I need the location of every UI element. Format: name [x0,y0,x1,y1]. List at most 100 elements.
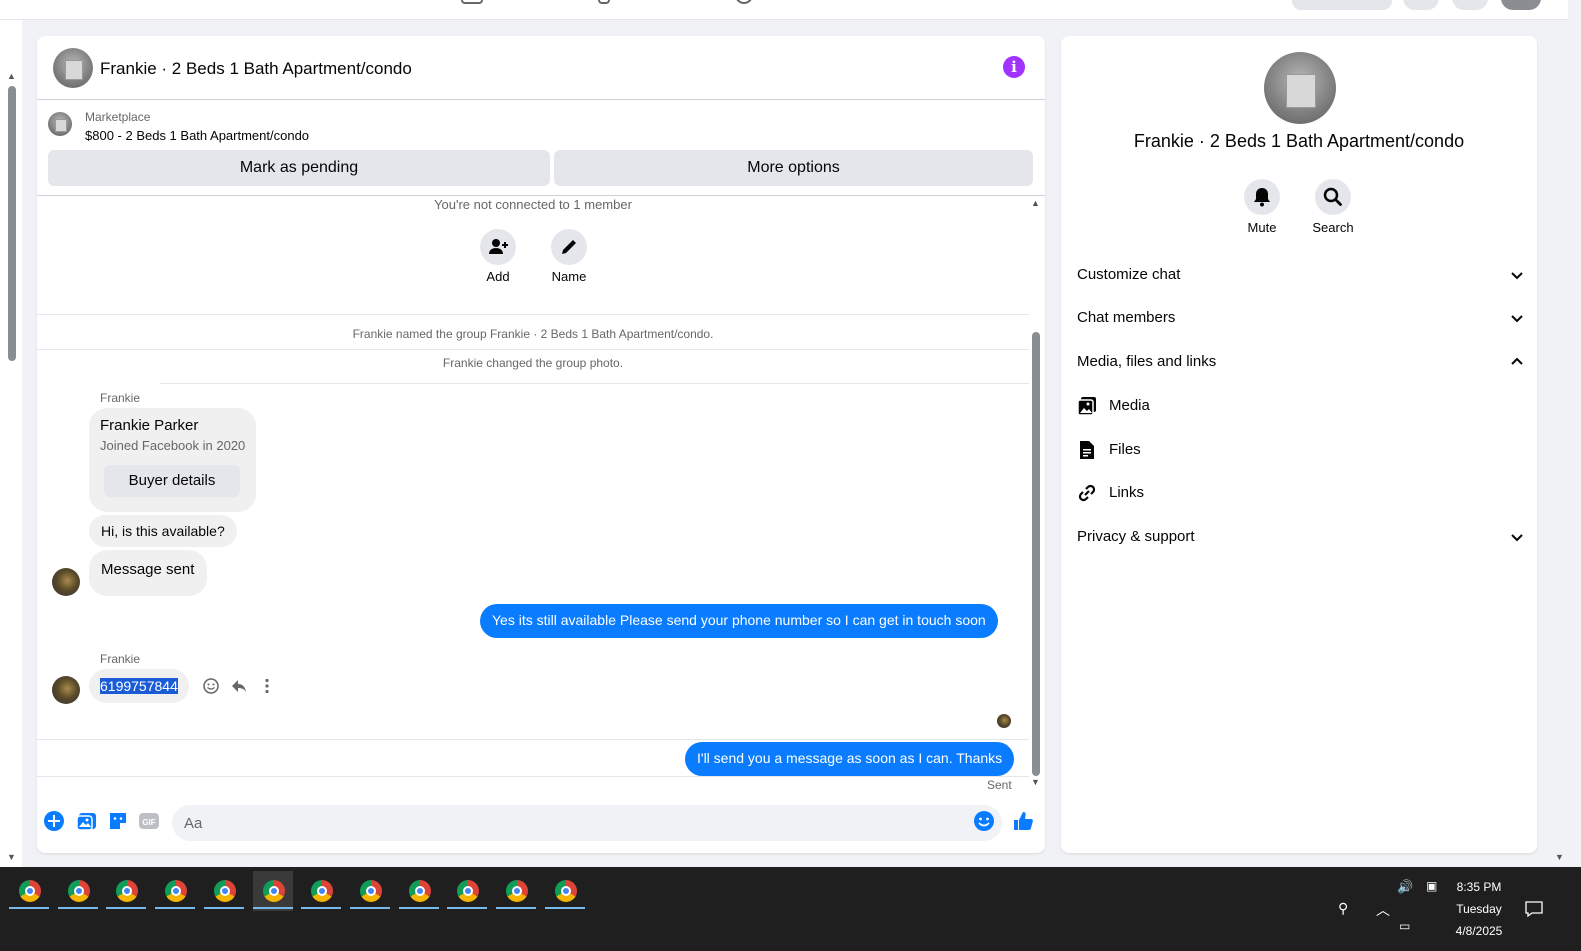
message-bubble-in[interactable]: 6199757844 [89,669,189,703]
section-label: Customize chat [1077,266,1181,283]
add-label: Add [486,269,510,284]
people-icon[interactable]: ⚲ [1338,900,1348,917]
chrome-icon [554,880,577,902]
message-scrollbar[interactable]: ▲ ▼ [1029,197,1045,789]
top-nav-bar [0,0,1568,20]
groups-nav-icon[interactable] [598,0,610,4]
buyer-joined: Joined Facebook in 2020 [100,438,246,453]
photo-icon[interactable] [76,810,98,832]
mark-as-pending-button[interactable]: Mark as pending [48,150,550,186]
info-title: Frankie · 2 Beds 1 Bath Apartment/condo [1133,131,1465,151]
divider [37,349,1029,350]
sticker-icon[interactable] [107,810,129,832]
page-scroll-thumb[interactable] [8,86,16,361]
running-indicator [252,907,293,909]
taskbar-chrome-window[interactable] [57,871,98,911]
scroll-down-arrow-icon[interactable]: ▼ [7,852,16,862]
message-list: You're not connected to 1 member Add Nam… [37,197,1045,792]
message-input[interactable] [172,805,1002,841]
group-photo-large[interactable] [1264,52,1336,124]
thumbs-up-icon[interactable] [1012,810,1034,832]
divider [37,739,1029,740]
notifications-icon[interactable] [1524,899,1544,919]
taskbar-chrome-window[interactable] [203,871,244,911]
message-scroll-thumb[interactable] [1032,332,1040,776]
buyer-name[interactable]: Frankie Parker [100,417,198,434]
customize-chat-section[interactable]: Customize chat [1077,255,1525,295]
taskbar-chrome-window[interactable] [301,871,342,911]
marketplace-nav-icon[interactable] [461,0,483,4]
meet-now-icon[interactable]: ▣ [1426,879,1437,893]
chrome-icon [262,880,285,902]
phone-number-text[interactable]: 6199757844 [100,678,178,694]
message-bubble-out[interactable]: Yes its still available Please send your… [480,604,998,638]
chat-members-section[interactable]: Chat members [1077,298,1525,338]
volume-icon[interactable]: 🔊 [1397,879,1413,895]
message-bubble-out[interactable]: I'll send you a message as soon as I can… [685,742,1015,776]
media-files-links-section[interactable]: Media, files and links [1077,342,1525,382]
find-friends-pill[interactable] [1292,0,1392,10]
taskbar-chrome-window[interactable] [252,871,293,911]
reply-icon[interactable] [230,677,248,695]
mute-button[interactable] [1244,179,1280,215]
group-photo-avatar[interactable] [53,48,93,88]
more-options-button[interactable]: More options [554,150,1033,186]
clock-date[interactable]: 4/8/2025 [1439,924,1519,938]
search-button[interactable] [1315,179,1351,215]
messenger-icon[interactable] [1452,0,1488,10]
chrome-icon [359,880,382,902]
network-icon[interactable]: ▭ [1399,919,1410,933]
menu-grid-icon[interactable] [1403,0,1439,10]
react-emoji-icon[interactable] [202,677,220,695]
listing-actions: Mark as pending More options [37,150,1045,196]
divider [37,776,1029,777]
avatar[interactable] [52,676,80,704]
chat-title[interactable]: Frankie · 2 Beds 1 Bath Apartment/condo [100,59,412,79]
pencil-icon [562,240,576,254]
taskbar-chrome-window[interactable] [544,871,585,911]
taskbar-chrome-window[interactable] [496,871,536,911]
taskbar-chrome-window[interactable] [155,871,196,911]
privacy-support-section[interactable]: Privacy & support [1077,517,1525,557]
taskbar-chrome-window[interactable] [106,871,147,911]
info-icon[interactable]: i [1003,56,1025,78]
avatar[interactable] [52,568,80,596]
account-avatar[interactable] [1501,0,1541,10]
taskbar-chrome-window[interactable] [398,871,439,911]
sender-name: Frankie [100,391,141,405]
message-bubble-in[interactable]: Hi, is this available? [89,515,237,547]
scroll-down-arrow-icon[interactable]: ▼ [1031,777,1040,787]
divider [160,383,1029,384]
plus-circle-icon[interactable] [43,810,65,832]
taskbar-chrome-window[interactable] [349,871,390,911]
emoji-icon[interactable] [973,810,995,832]
chevron-up-icon[interactable]: ︿ [1376,900,1390,920]
buyer-details-button[interactable]: Buyer details [104,465,240,497]
mute-label: Mute [1247,220,1277,235]
running-indicator [155,907,196,909]
scroll-up-arrow-icon[interactable]: ▲ [7,71,16,81]
running-indicator [496,907,536,909]
search-icon [1323,187,1342,206]
add-member-button[interactable] [480,229,516,265]
taskbar-chrome-window[interactable] [447,871,488,911]
name-group-button[interactable] [551,229,587,265]
gif-icon[interactable]: GIF [138,810,160,832]
running-indicator [9,907,49,909]
taskbar-chrome-window[interactable] [9,871,49,911]
clock-day[interactable]: Tuesday [1439,902,1519,916]
message-sent-card[interactable]: Message sent [89,550,207,596]
taskbar: ⚲ ︿ 🔊 ▣ ▭ 8:35 PM Tuesday 4/8/2025 [0,867,1581,951]
chrome-icon [213,880,236,902]
scroll-up-arrow-icon[interactable]: ▲ [1031,198,1040,208]
more-vertical-icon[interactable] [258,677,276,695]
gaming-nav-icon[interactable] [735,0,753,4]
page-scrollbar[interactable]: ▲ ▼ [0,20,22,867]
chrome-icon [116,880,139,902]
chrome-icon [506,880,528,902]
scroll-down-arrow-icon[interactable]: ▼ [1555,852,1564,862]
listing-title[interactable]: $800 - 2 Beds 1 Bath Apartment/condo [85,128,309,143]
marketplace-listing-row[interactable]: Marketplace $800 - 2 Beds 1 Bath Apartme… [37,100,1045,150]
clock-time[interactable]: 8:35 PM [1439,880,1519,894]
chat-panel: Frankie · 2 Beds 1 Bath Apartment/condo … [37,36,1045,853]
